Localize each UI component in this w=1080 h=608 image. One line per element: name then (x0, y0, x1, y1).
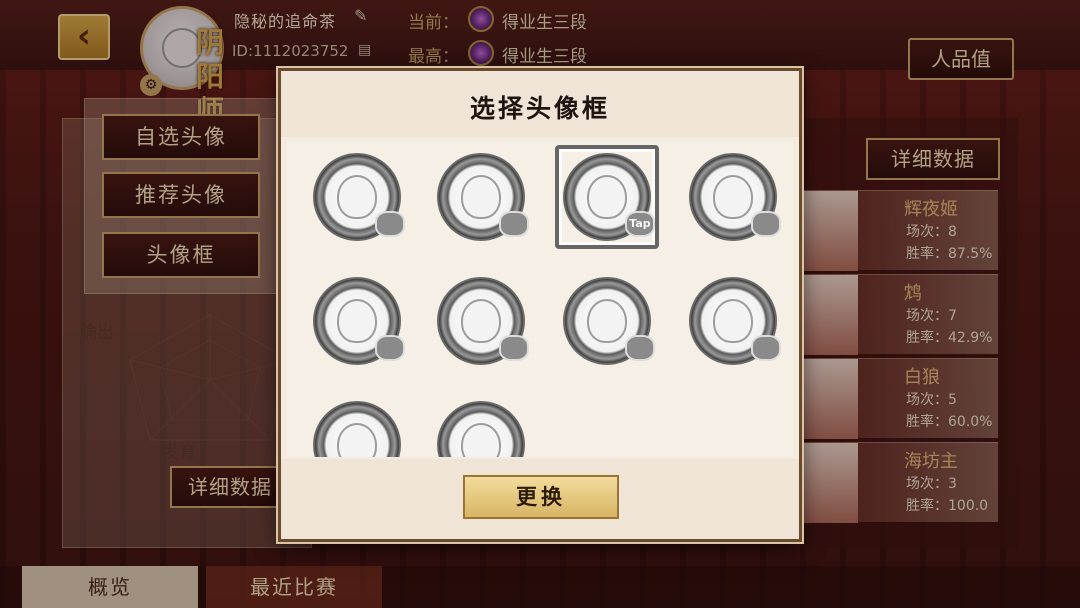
avatar-frame-option[interactable] (433, 273, 529, 369)
character-face-icon (461, 175, 501, 219)
frame-ornament-icon (751, 335, 781, 361)
frame-ornament-icon (499, 211, 529, 237)
frame-ornament-icon (625, 335, 655, 361)
frame-ornament-icon (375, 211, 405, 237)
avatar-frame-option[interactable] (433, 149, 529, 245)
avatar-frame-option[interactable] (309, 273, 405, 369)
avatar-frame-option[interactable] (309, 149, 405, 245)
frame-ornament-icon (499, 335, 529, 361)
taptap-badge-icon: Tap (625, 211, 655, 237)
avatar-frame-option[interactable] (433, 397, 529, 457)
dialog-title: 选择头像框 (469, 94, 610, 123)
frame-ornament-icon (751, 211, 781, 237)
frame-select-dialog: 选择头像框 Tap 更换 (278, 68, 802, 542)
character-face-icon (461, 299, 501, 343)
character-face-icon (587, 175, 627, 219)
character-face-icon (337, 175, 377, 219)
avatar-frame-option-selected[interactable]: Tap (555, 145, 659, 249)
character-face-icon (713, 175, 753, 219)
frame-ornament-icon (375, 335, 405, 361)
character-face-icon (587, 299, 627, 343)
character-face-icon (713, 299, 753, 343)
dialog-header: 选择头像框 (281, 71, 799, 137)
avatar-frame-option[interactable] (685, 273, 781, 369)
change-button[interactable]: 更换 (463, 475, 619, 519)
character-face-icon (337, 299, 377, 343)
avatar-frame-option[interactable] (309, 397, 405, 457)
avatar-frame-option[interactable] (559, 273, 655, 369)
avatar-frame-option[interactable] (685, 149, 781, 245)
frame-grid[interactable]: Tap (287, 141, 793, 457)
